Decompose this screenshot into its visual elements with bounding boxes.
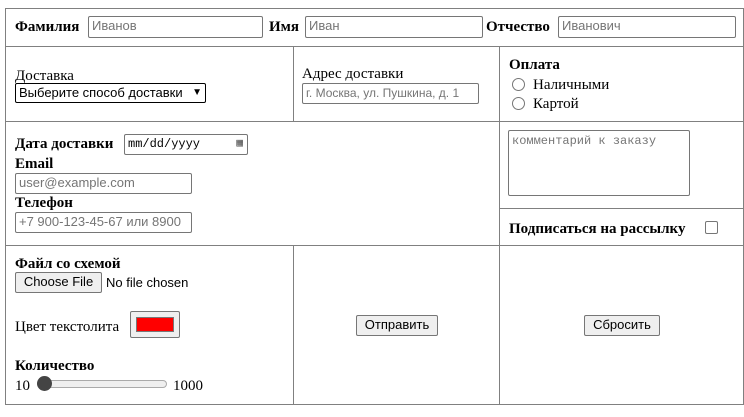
table-border <box>5 404 744 405</box>
table-border <box>5 245 744 246</box>
quantity-slider-thumb[interactable] <box>37 376 52 391</box>
payment-card-label: Картой <box>533 96 579 112</box>
comment-textarea[interactable]: комментарий к заказу <box>508 130 690 196</box>
chevron-down-icon: ▼ <box>192 87 202 98</box>
address-input[interactable]: г. Москва, ул. Пушкина, д. 1 <box>302 83 479 104</box>
table-border <box>293 46 294 121</box>
file-status: No file chosen <box>106 275 189 290</box>
color-swatch <box>136 317 174 332</box>
payment-cash-label: Наличными <box>533 77 610 93</box>
payment-label: Оплата <box>509 57 560 73</box>
table-border <box>499 46 500 405</box>
table-border <box>293 245 294 405</box>
color-label: Цвет текстолита <box>15 319 120 335</box>
submit-button[interactable]: Отправить <box>356 315 438 336</box>
reset-button[interactable]: Сбросить <box>584 315 660 336</box>
payment-cash-radio[interactable] <box>512 78 525 91</box>
phone-input[interactable]: +7 900-123-45-67 или 8900 <box>15 212 192 233</box>
payment-card-radio[interactable] <box>512 97 525 110</box>
table-border <box>5 8 744 9</box>
delivery-select[interactable]: Выберите способ доставки ▼ <box>15 83 206 103</box>
name-input[interactable]: Иван <box>305 16 483 38</box>
color-picker[interactable] <box>130 311 180 338</box>
patronymic-label: Отчество <box>486 19 550 35</box>
surname-input[interactable]: Иванов <box>88 16 263 38</box>
date-input[interactable]: mm/dd/yyyy ▦ <box>124 134 248 155</box>
delivery-label: Доставка <box>15 68 74 84</box>
name-label: Имя <box>269 19 299 35</box>
address-label: Адрес доставки <box>302 66 404 82</box>
quantity-slider[interactable] <box>37 380 167 388</box>
table-border <box>5 121 744 122</box>
subscribe-label: Подписаться на рассылку <box>509 221 686 237</box>
choose-file-button[interactable]: Choose File <box>15 272 102 293</box>
table-border <box>5 8 6 405</box>
subscribe-checkbox[interactable] <box>705 221 718 234</box>
delivery-select-value: Выберите способ доставки <box>19 85 183 100</box>
email-label: Email <box>15 156 54 172</box>
quantity-min: 10 <box>15 378 30 394</box>
file-label: Файл со схемой <box>15 256 121 272</box>
surname-label: Фамилия <box>15 19 80 35</box>
table-border <box>5 46 744 47</box>
date-placeholder: mm/dd/yyyy <box>128 137 201 151</box>
calendar-icon[interactable]: ▦ <box>236 135 243 153</box>
table-border <box>499 208 744 209</box>
date-label: Дата доставки <box>15 136 114 152</box>
quantity-max: 1000 <box>173 378 203 394</box>
phone-label: Телефон <box>15 195 73 211</box>
quantity-label: Количество <box>15 358 95 374</box>
email-input[interactable]: user@example.com <box>15 173 192 194</box>
patronymic-input[interactable]: Иванович <box>558 16 736 38</box>
